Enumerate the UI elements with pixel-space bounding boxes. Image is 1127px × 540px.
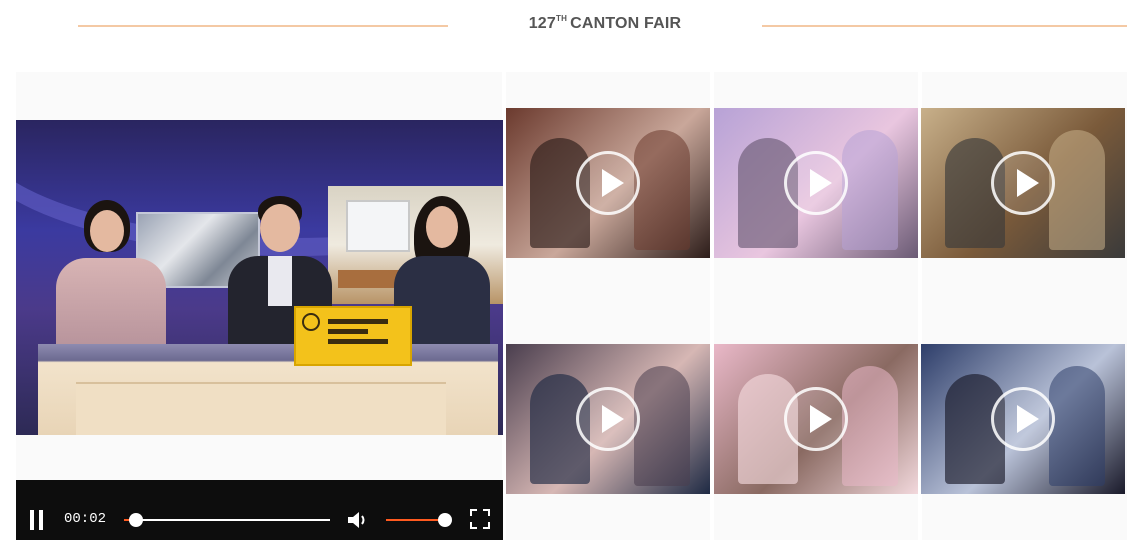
title-number: 127 — [528, 15, 556, 32]
play-icon[interactable] — [991, 151, 1055, 215]
title-suffix: TH — [555, 14, 568, 23]
play-icon[interactable] — [784, 387, 848, 451]
main-video-frame[interactable] — [16, 120, 503, 435]
video-thumbnail-6[interactable] — [921, 344, 1125, 494]
video-thumbnail-1[interactable] — [506, 108, 710, 258]
pause-icon[interactable] — [30, 510, 44, 530]
header-rule-right — [762, 25, 1127, 27]
play-icon[interactable] — [784, 151, 848, 215]
video-controls: 00:02 — [16, 480, 503, 540]
play-icon[interactable] — [991, 387, 1055, 451]
thumbnail-figure — [634, 130, 690, 250]
volume-icon[interactable] — [346, 509, 370, 531]
play-icon[interactable] — [576, 387, 640, 451]
volume-handle[interactable] — [437, 513, 452, 527]
news-desk-front — [76, 382, 446, 435]
title-text: CANTON FAIR — [570, 15, 682, 32]
video-thumbnail-4[interactable] — [506, 344, 710, 494]
progress-handle[interactable] — [129, 513, 144, 527]
play-icon[interactable] — [576, 151, 640, 215]
fullscreen-icon[interactable] — [470, 509, 490, 529]
current-time: 00:02 — [64, 511, 107, 527]
thumbnail-figure — [842, 130, 898, 250]
video-thumbnail-2[interactable] — [714, 108, 918, 258]
header-rule-left — [78, 25, 448, 27]
volume-fill — [386, 519, 445, 521]
section-header: 127TH CANTON FAIR — [0, 0, 1127, 60]
thumbnail-figure — [1049, 130, 1105, 250]
video-thumbnail-3[interactable] — [921, 108, 1125, 258]
thumbnail-figure — [842, 366, 898, 486]
section-title: 127TH CANTON FAIR — [470, 14, 740, 33]
desk-logo-sign — [294, 306, 412, 366]
video-thumbnail-5[interactable] — [714, 344, 918, 494]
thumbnail-figure — [1049, 366, 1105, 486]
volume-slider[interactable] — [386, 513, 452, 527]
thumbnail-figure — [634, 366, 690, 486]
presenter-left — [56, 200, 166, 368]
progress-bar[interactable] — [124, 513, 330, 527]
